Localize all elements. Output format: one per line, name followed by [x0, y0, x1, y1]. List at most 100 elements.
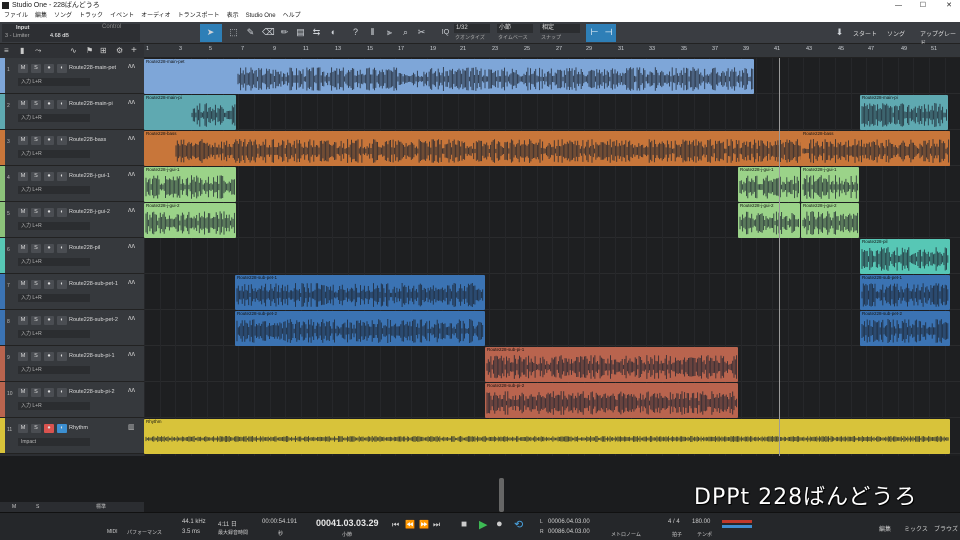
track-header[interactable]: 1 M S ● ◐ Route228-main-pet 入力 L+R ʌʌ — [0, 58, 144, 94]
audio-clip[interactable]: Route228-j-gui-1 — [144, 167, 236, 202]
bend-tool-icon[interactable]: ⇆ — [311, 27, 322, 38]
eraser-tool-icon[interactable]: ⌫ — [262, 27, 275, 38]
list-icon[interactable]: ≡ — [4, 46, 9, 55]
track-name[interactable]: Route228-sub-pet-2 — [69, 317, 118, 323]
menu-edit[interactable]: 編集 — [35, 11, 47, 22]
tempo[interactable]: 180.00 — [692, 519, 710, 525]
menu-transport[interactable]: トランスポート — [178, 11, 220, 22]
solo-button[interactable]: S — [31, 388, 41, 397]
track-name[interactable]: Route228-bass — [69, 137, 106, 143]
add-track-icon[interactable]: + — [131, 45, 137, 56]
mute-button[interactable]: M — [18, 136, 28, 145]
record-arm-button[interactable]: ● — [44, 388, 54, 397]
track-name[interactable]: Route228-j-gui-2 — [69, 209, 110, 215]
track-header[interactable]: 9 M S ● ◐ Route228-sub-pi-1 入力 L+R ʌʌ — [0, 346, 144, 382]
mute-button[interactable]: M — [18, 280, 28, 289]
track-name[interactable]: Route228-pil — [69, 245, 100, 251]
record-icon[interactable]: ● — [496, 518, 503, 530]
menu-track[interactable]: トラック — [79, 11, 103, 22]
mute-tool-icon[interactable]: ▤ — [295, 27, 306, 38]
track-input-select[interactable]: 入力 L+R — [18, 150, 90, 158]
gain-value[interactable]: 4.68 dB — [50, 32, 69, 40]
mute-button[interactable]: M — [18, 316, 28, 325]
flag-icon[interactable]: ⚑ — [86, 46, 93, 55]
audio-clip[interactable]: Route228-j-gui-1 — [738, 167, 800, 202]
audio-clip[interactable]: Route228-j-gui-2 — [801, 203, 859, 238]
solo-button[interactable]: S — [31, 136, 41, 145]
monitor-button[interactable]: ◐ — [57, 172, 67, 181]
solo-button[interactable]: S — [31, 64, 41, 73]
record-arm-button[interactable]: ● — [44, 208, 54, 217]
paint-tool-icon[interactable]: ✏ — [279, 27, 290, 38]
loop-icon[interactable]: ⟲ — [514, 518, 523, 531]
record-arm-button[interactable]: ● — [44, 352, 54, 361]
audio-clip[interactable]: Route228-j-gui-2 — [144, 203, 236, 238]
monitor-button[interactable]: ◐ — [57, 244, 67, 253]
track-header[interactable]: 10 M S ● ◐ Route228-sub-pi-2 入力 L+R ʌʌ — [0, 382, 144, 418]
track-name[interactable]: Rhythm — [69, 425, 88, 431]
menu-audio[interactable]: オーディオ — [141, 11, 171, 22]
maximize-icon[interactable]: ☐ — [920, 0, 926, 11]
timeline-ruler[interactable]: 1 3 5 7 9 11 13 15 17 19 21 23 25 27 29 31 33 35 37 39 41 43 4… — [144, 44, 960, 58]
split-tool-icon[interactable]: ✎ — [245, 27, 256, 38]
audio-clip[interactable]: Route228-sub-pi-2 — [485, 383, 738, 418]
mute-button[interactable]: M — [18, 208, 28, 217]
range-tool-icon[interactable]: ⬚ — [228, 27, 239, 38]
forward-icon[interactable]: ⏩ — [419, 520, 429, 529]
menu-view[interactable]: 表示 — [227, 11, 239, 22]
loop-end[interactable]: 00086.04.03.00 — [548, 529, 590, 535]
menu-studio-one[interactable]: Studio One — [246, 11, 276, 22]
play-icon[interactable]: ▶ — [479, 518, 487, 531]
solo-button[interactable]: S — [31, 208, 41, 217]
record-arm-button[interactable]: ● — [44, 244, 54, 253]
audio-clip[interactable]: Route228-sub-pet-1 — [860, 275, 950, 310]
record-arm-button[interactable]: ● — [44, 172, 54, 181]
audio-clip[interactable]: Route228-main-pet — [144, 59, 754, 94]
arrange-view[interactable]: Route228-main-pet Route228-main-pi Route22… — [144, 58, 960, 456]
track-input-select[interactable]: 入力 L+R — [18, 186, 90, 194]
cursor-follow-icon[interactable]: ⫸ — [384, 27, 395, 38]
minimize-icon[interactable]: — — [895, 0, 902, 11]
track-input-select[interactable]: 入力 L+R — [18, 258, 90, 266]
audio-clip[interactable]: Route228-sub-pet-2 — [860, 311, 950, 346]
mute-button[interactable]: M — [18, 172, 28, 181]
mix-button[interactable]: ミックス — [904, 524, 928, 533]
mute-button[interactable]: M — [18, 424, 28, 433]
menu-event[interactable]: イベント — [110, 11, 134, 22]
footer-m[interactable]: M — [12, 502, 16, 512]
record-arm-button[interactable]: ● — [44, 424, 54, 433]
position-display[interactable]: 00041.03.03.29 — [316, 518, 379, 528]
audio-clip[interactable]: Route228-sub-pet-1 — [235, 275, 485, 310]
record-arm-button[interactable]: ● — [44, 280, 54, 289]
song-button[interactable]: ソング — [887, 29, 905, 38]
menu-help[interactable]: ヘルプ — [283, 11, 301, 22]
track-header[interactable]: 2 M S ● ◐ Route228-main-pi 入力 L+R ʌʌ — [0, 94, 144, 130]
solo-button[interactable]: S — [31, 424, 41, 433]
quantize-select[interactable]: 1/32 — [454, 24, 490, 33]
menu-file[interactable]: ファイル — [4, 11, 28, 22]
mute-button[interactable]: M — [18, 352, 28, 361]
solo-button[interactable]: S — [31, 244, 41, 253]
track-name[interactable]: Route228-main-pet — [69, 65, 116, 71]
vertical-scrollbar[interactable] — [499, 478, 504, 512]
start-button[interactable]: スタート — [853, 29, 877, 38]
audio-clip[interactable]: Route228-bass — [801, 131, 950, 166]
snap-select[interactable]: 相定 — [540, 24, 580, 33]
audio-clip[interactable]: Route228-main-pi — [144, 95, 236, 130]
track-input-select[interactable]: 入力 L+R — [18, 330, 90, 338]
close-icon[interactable]: ✕ — [946, 0, 952, 11]
arrow-tool-icon[interactable]: ➤ — [205, 27, 216, 38]
monitor-button[interactable]: ◐ — [57, 100, 67, 109]
track-name[interactable]: Route228-sub-pi-1 — [69, 353, 115, 359]
edit-button[interactable]: 編集 — [879, 524, 891, 533]
menu-song[interactable]: ソング — [54, 11, 72, 22]
track-name[interactable]: Route228-main-pi — [69, 101, 113, 107]
solo-button[interactable]: S — [31, 280, 41, 289]
monitor-button[interactable]: ◐ — [57, 316, 67, 325]
time-signature[interactable]: 4 / 4 — [668, 519, 680, 525]
track-header[interactable]: 3 M S ● ◐ Route228-bass 入力 L+R ʌʌ — [0, 130, 144, 166]
audio-clip[interactable]: Route228-sub-pi-1 — [485, 347, 738, 382]
track-input-select[interactable]: 入力 L+R — [18, 366, 90, 374]
mute-button[interactable]: M — [18, 64, 28, 73]
track-input-select[interactable]: Impact — [18, 438, 90, 446]
